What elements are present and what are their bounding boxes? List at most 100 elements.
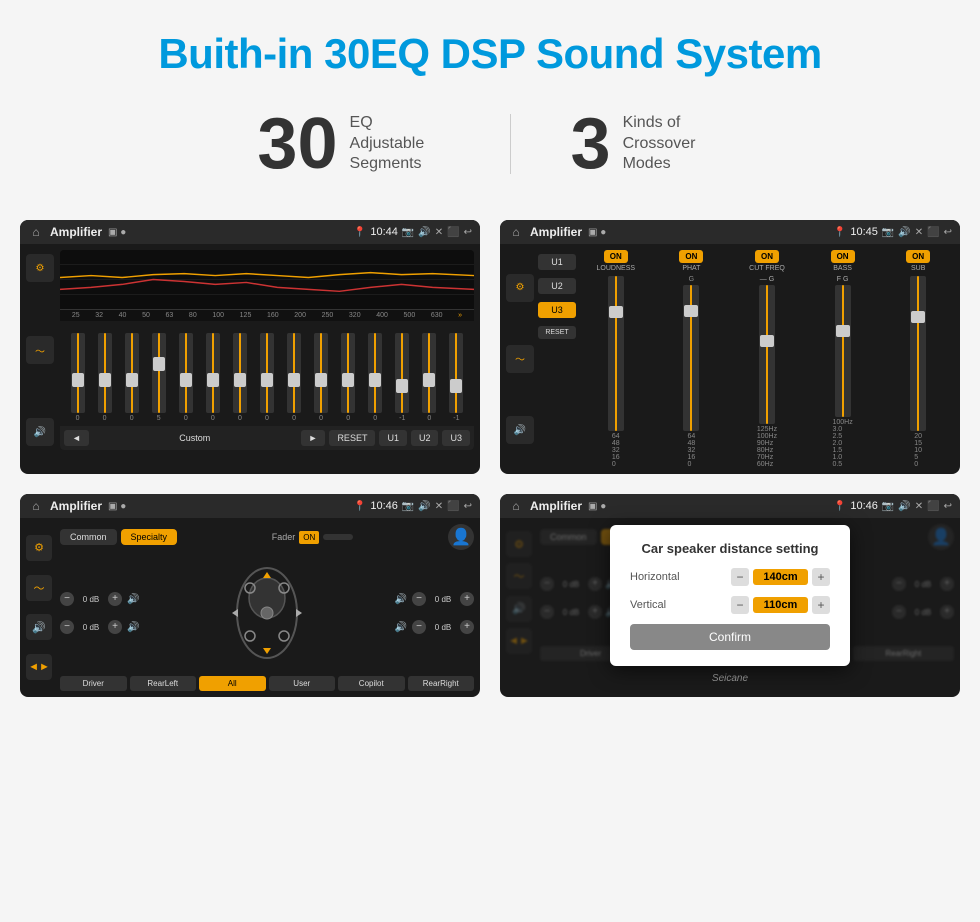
eq-volume-btn[interactable]: 🔊 xyxy=(26,418,54,446)
vertical-minus-btn[interactable]: − xyxy=(731,596,749,614)
sub-slider[interactable] xyxy=(910,276,926,431)
horizontal-plus-btn[interactable]: + xyxy=(812,568,830,586)
amp-wave-icon[interactable]: 〜 xyxy=(26,575,52,601)
btn-copilot[interactable]: Copilot xyxy=(338,676,405,691)
rear-right-control: 🔊 − 0 dB + xyxy=(393,620,474,634)
horizontal-minus-btn[interactable]: − xyxy=(731,568,749,586)
eq-sliders: 0 0 0 5 0 0 0 0 0 0 0 0 -1 0 -1 xyxy=(60,321,474,426)
eq-freq-25: 25 xyxy=(72,312,80,319)
cro-settings-btn[interactable]: ⚙ xyxy=(506,274,534,302)
eq-reset-btn[interactable]: RESET xyxy=(329,430,375,446)
cutfreq-slider[interactable] xyxy=(759,285,775,424)
bass-slider[interactable] xyxy=(835,285,851,417)
back-icon-3[interactable]: ↩ xyxy=(464,501,472,512)
eq-slider-10[interactable]: 0 xyxy=(314,333,328,422)
phat-on-btn[interactable]: ON xyxy=(679,250,703,263)
fl-minus-btn[interactable]: − xyxy=(60,592,74,606)
fr-speaker-icon: 🔊 xyxy=(395,594,407,605)
eq-slider-3[interactable]: 0 xyxy=(125,333,139,422)
home-icon-1[interactable]: ⌂ xyxy=(28,224,44,240)
preset-u2[interactable]: U2 xyxy=(538,278,576,294)
phat-slider[interactable] xyxy=(683,285,699,431)
fader-slider[interactable] xyxy=(323,534,353,540)
mode-icons-3: ▣ ● xyxy=(108,501,126,512)
home-icon-3[interactable]: ⌂ xyxy=(28,498,44,514)
fl-plus-btn[interactable]: + xyxy=(108,592,122,606)
cutfreq-on-btn[interactable]: ON xyxy=(755,250,779,263)
eq-sidebar: ⚙ 〜 🔊 xyxy=(26,250,56,450)
amp-tab-specialty[interactable]: Specialty xyxy=(121,529,178,545)
btn-all[interactable]: All xyxy=(199,676,266,691)
eq-settings-btn[interactable]: ⚙ xyxy=(26,254,54,282)
sub-on-btn[interactable]: ON xyxy=(906,250,930,263)
eq-next-btn[interactable]: ► xyxy=(301,430,326,446)
fr-minus-btn[interactable]: − xyxy=(412,592,426,606)
channel-loudness: ON LOUDNESS 644832160 xyxy=(580,250,652,468)
eq-slider-5[interactable]: 0 xyxy=(179,333,193,422)
eq-wave-btn[interactable]: 〜 xyxy=(26,336,54,364)
eq-prev-btn[interactable]: ◄ xyxy=(64,430,89,446)
eq-slider-13[interactable]: -1 xyxy=(395,333,409,422)
eq-freq-labels: 25 32 40 50 63 80 100 125 160 200 250 32… xyxy=(60,310,474,321)
bass-on-btn[interactable]: ON xyxy=(831,250,855,263)
cro-volume-btn[interactable]: 🔊 xyxy=(506,416,534,444)
dialog-title: Car speaker distance setting xyxy=(630,541,830,556)
eq-slider-2[interactable]: 0 xyxy=(98,333,112,422)
car-diagram-area xyxy=(147,558,386,668)
btn-driver[interactable]: Driver xyxy=(60,676,127,691)
eq-slider-11[interactable]: 0 xyxy=(341,333,355,422)
mirror-icon-3: ⬛ xyxy=(447,501,459,512)
volume-icon-1: 🔊 xyxy=(418,227,430,238)
eq-slider-14[interactable]: 0 xyxy=(422,333,436,422)
eq-slider-8[interactable]: 0 xyxy=(260,333,274,422)
screen-eq: ⌂ Amplifier ▣ ● 📍 10:44 📷 🔊 ✕ ⬛ ↩ ⚙ 〜 🔊 xyxy=(20,220,480,474)
fader-on-btn[interactable]: ON xyxy=(299,531,319,544)
rl-minus-btn[interactable]: − xyxy=(60,620,74,634)
btn-rearright[interactable]: RearRight xyxy=(408,676,475,691)
amp-balance-icon[interactable]: ◄► xyxy=(26,654,52,680)
preset-u1[interactable]: U1 xyxy=(538,254,576,270)
eq-u2-btn[interactable]: U2 xyxy=(411,430,439,446)
eq-slider-1[interactable]: 0 xyxy=(71,333,85,422)
amp-settings-icon[interactable]: ⚙ xyxy=(26,535,52,561)
eq-slider-15[interactable]: -1 xyxy=(449,333,463,422)
eq-panel: 25 32 40 50 63 80 100 125 160 200 250 32… xyxy=(60,250,474,450)
rl-plus-btn[interactable]: + xyxy=(108,620,122,634)
fr-plus-btn[interactable]: + xyxy=(460,592,474,606)
back-icon-2[interactable]: ↩ xyxy=(944,227,952,238)
cro-wave-btn[interactable]: 〜 xyxy=(506,345,534,373)
eq-slider-7[interactable]: 0 xyxy=(233,333,247,422)
eq-slider-12[interactable]: 0 xyxy=(368,333,382,422)
cro-reset-btn[interactable]: RESET xyxy=(538,326,576,339)
confirm-button[interactable]: Confirm xyxy=(630,624,830,650)
eq-freq-200: 200 xyxy=(294,312,306,319)
time-1: 10:44 xyxy=(370,226,398,238)
eq-freq-50: 50 xyxy=(142,312,150,319)
rr-plus-btn[interactable]: + xyxy=(460,620,474,634)
amp-volume-icon[interactable]: 🔊 xyxy=(26,614,52,640)
back-icon-1[interactable]: ↩ xyxy=(464,227,472,238)
eq-u1-btn[interactable]: U1 xyxy=(379,430,407,446)
loudness-slider[interactable] xyxy=(608,276,624,431)
eq-more-icon[interactable]: » xyxy=(458,312,462,319)
location-icon-1: 📍 xyxy=(354,227,366,238)
btn-rearleft[interactable]: RearLeft xyxy=(130,676,197,691)
vertical-plus-btn[interactable]: + xyxy=(812,596,830,614)
loudness-on-btn[interactable]: ON xyxy=(604,250,628,263)
bass-values: 100Hz3.02.52.01.51.00.5 xyxy=(832,419,852,468)
eq-slider-4[interactable]: 5 xyxy=(152,333,166,422)
eq-footer: ◄ Custom ► RESET U1 U2 U3 xyxy=(60,426,474,450)
eq-freq-250: 250 xyxy=(322,312,334,319)
eq-slider-6[interactable]: 0 xyxy=(206,333,220,422)
btn-user[interactable]: User xyxy=(269,676,336,691)
eq-u3-btn[interactable]: U3 xyxy=(442,430,470,446)
crossover-content: ⚙ 〜 🔊 U1 U2 U3 RESET ON LOUDNESS xyxy=(500,244,960,474)
eq-slider-9[interactable]: 0 xyxy=(287,333,301,422)
app-name-2: Amplifier xyxy=(530,225,582,239)
preset-u3[interactable]: U3 xyxy=(538,302,576,318)
mirror-icon-1: ⬛ xyxy=(447,227,459,238)
amp-tab-common[interactable]: Common xyxy=(60,529,117,545)
rr-minus-btn[interactable]: − xyxy=(412,620,426,634)
fader-label: Fader xyxy=(272,532,296,542)
home-icon-2[interactable]: ⌂ xyxy=(508,224,524,240)
